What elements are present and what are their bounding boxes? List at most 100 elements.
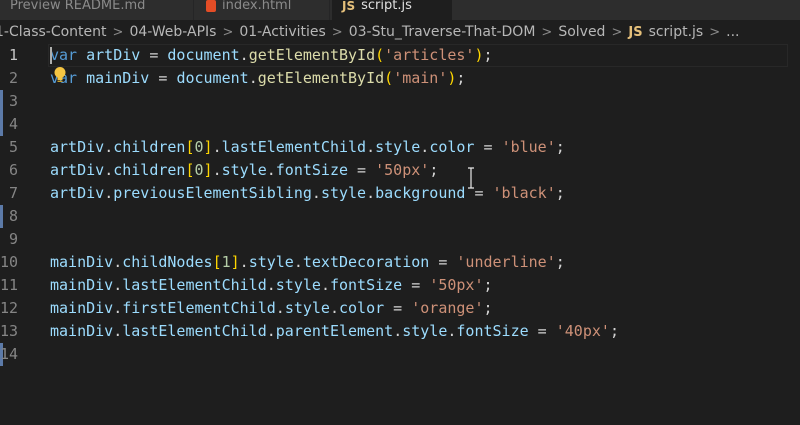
html-file-icon xyxy=(206,0,216,12)
code-line[interactable]: 5 artDiv.children[0].lastElementChild.sty… xyxy=(0,136,800,159)
code-token: ; xyxy=(555,138,565,156)
code-token: . xyxy=(248,69,258,87)
code-token: lastElementChild xyxy=(122,322,267,340)
code-token: . xyxy=(420,138,430,156)
text-cursor-icon xyxy=(468,167,474,189)
code-line[interactable]: 1 var artDiv = document.getElementById('a… xyxy=(0,44,800,67)
code-token: mainDiv xyxy=(50,253,114,271)
code-token: textDecoration xyxy=(302,253,430,271)
code-token: children xyxy=(113,161,186,179)
line-number: 3 xyxy=(8,92,18,110)
breadcrumb-item-file[interactable]: script.js xyxy=(649,24,704,40)
code-token: = xyxy=(384,299,412,317)
line-number: 12 xyxy=(0,299,19,317)
code-line[interactable]: 2 var mainDiv = document.getElementById('… xyxy=(0,67,800,90)
tab-divider xyxy=(193,0,194,20)
breadcrumb-separator: > xyxy=(611,24,623,40)
breadcrumb-item[interactable]: 03-Stu_Traverse-That-DOM xyxy=(349,24,536,40)
code-token: = xyxy=(140,46,168,64)
lightbulb-icon[interactable] xyxy=(53,66,67,84)
line-number: 1 xyxy=(8,46,18,64)
code-token: . xyxy=(393,322,403,340)
tab-divider xyxy=(329,0,330,20)
breadcrumb-item[interactable]: 04-Web-APIs xyxy=(129,24,216,40)
code-token: style xyxy=(284,299,330,317)
code-token: style xyxy=(275,276,321,294)
line-number: 14 xyxy=(0,345,19,363)
line-number: 5 xyxy=(8,138,18,156)
breadcrumb-separator: > xyxy=(541,24,553,40)
code-token: 'main' xyxy=(393,69,448,87)
code-token: . xyxy=(104,138,114,156)
code-text: artDiv.children[0].style.fontSize = '50p… xyxy=(50,159,438,182)
js-file-icon: JS xyxy=(628,24,643,40)
code-token: . xyxy=(104,161,114,179)
code-token: previousElementSibling xyxy=(113,184,312,202)
code-token: . xyxy=(275,299,285,317)
code-token: artDiv xyxy=(50,138,105,156)
code-token: . xyxy=(113,322,123,340)
breadcrumb-item[interactable]: Solved xyxy=(558,24,605,40)
tab-script-js[interactable]: JS script.js xyxy=(332,0,452,20)
breadcrumb-separator: > xyxy=(112,24,124,40)
code-token: 'articles' xyxy=(384,46,475,64)
code-token: ( xyxy=(384,69,394,87)
code-token: ; xyxy=(483,276,493,294)
code-line[interactable]: 3 xyxy=(0,90,800,113)
vscode-window: Preview README.md index.html JS script.j… xyxy=(0,0,800,425)
code-editor[interactable]: 1 var artDiv = document.getElementById('a… xyxy=(0,44,800,425)
code-line[interactable]: 9 xyxy=(0,228,800,251)
code-line[interactable]: 12 mainDiv.firstElementChild.style.color … xyxy=(0,297,800,320)
code-token: '50px' xyxy=(375,161,430,179)
tab-index-html[interactable]: index.html xyxy=(196,0,326,20)
code-line[interactable]: 11 mainDiv.lastElementChild.style.fontSiz… xyxy=(0,274,800,297)
code-line[interactable]: 13 mainDiv.lastElementChild.parentElement… xyxy=(0,320,800,343)
code-token: . xyxy=(212,138,222,156)
code-token: ; xyxy=(609,322,619,340)
code-token: = xyxy=(402,276,430,294)
breadcrumb-item[interactable]: 1-Class-Content xyxy=(0,24,107,40)
code-token: lastElementChild xyxy=(122,276,267,294)
js-file-icon: JS xyxy=(342,0,356,13)
code-line[interactable]: 8 xyxy=(0,205,800,228)
code-token: artDiv xyxy=(50,161,105,179)
tab-label: script.js xyxy=(361,0,412,13)
code-text: mainDiv.lastElementChild.style.fontSize … xyxy=(50,274,493,297)
line-number: 8 xyxy=(8,207,18,225)
code-token: style xyxy=(248,253,294,271)
breadcrumb-item-more[interactable]: ... xyxy=(726,24,739,40)
code-token: = xyxy=(528,322,556,340)
code-line[interactable]: 7 artDiv.previousElementSibling.style.bac… xyxy=(0,182,800,205)
code-text: mainDiv.firstElementChild.style.color = … xyxy=(50,297,493,320)
code-token: mainDiv xyxy=(86,69,150,87)
code-token: background xyxy=(375,184,466,202)
line-number: 7 xyxy=(8,184,18,202)
code-token: [ xyxy=(185,138,195,156)
code-text: mainDiv.childNodes[1].style.textDecorati… xyxy=(50,251,565,274)
code-token: 'orange' xyxy=(411,299,484,317)
code-token: ] xyxy=(203,138,213,156)
code-line[interactable]: 14 xyxy=(0,343,800,366)
code-token: parentElement xyxy=(275,322,394,340)
code-token: ] xyxy=(203,161,213,179)
code-token: fontSize xyxy=(275,161,349,179)
breadcrumb-item[interactable]: 01-Activities xyxy=(239,24,325,40)
tab-preview-readme[interactable]: Preview README.md xyxy=(0,0,190,20)
code-token: artDiv xyxy=(86,46,141,64)
code-token: var xyxy=(50,46,78,64)
code-token: = xyxy=(474,138,502,156)
code-text: artDiv.previousElementSibling.style.back… xyxy=(50,182,565,205)
line-number: 10 xyxy=(0,253,19,271)
line-number: 4 xyxy=(8,115,18,133)
code-text: mainDiv.lastElementChild.parentElement.s… xyxy=(50,320,619,343)
code-token: 0 xyxy=(194,161,204,179)
code-line[interactable]: 4 xyxy=(0,113,800,136)
code-token: = xyxy=(348,161,376,179)
code-line[interactable]: 10 mainDiv.childNodes[1].style.textDecora… xyxy=(0,251,800,274)
breadcrumb-separator: > xyxy=(709,24,721,40)
code-token: ; xyxy=(456,69,466,87)
line-number: 2 xyxy=(8,69,18,87)
code-line[interactable]: 6 artDiv.children[0].style.fontSize = '50… xyxy=(0,159,800,182)
code-token: getElementById xyxy=(257,69,385,87)
